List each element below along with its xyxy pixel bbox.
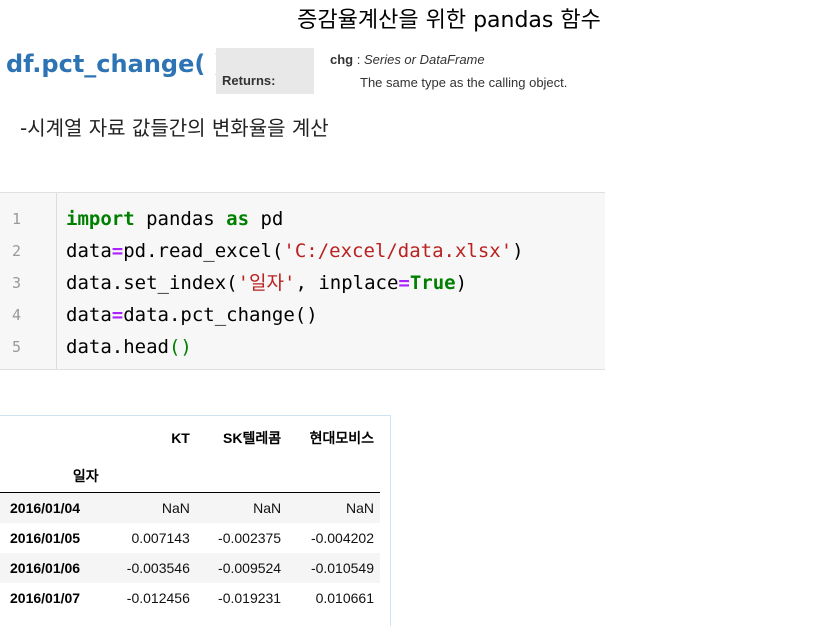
function-name: df.pct_change( ) bbox=[6, 50, 225, 78]
table-row: 2016/01/06 -0.003546 -0.009524 -0.010549 bbox=[0, 553, 380, 583]
code-token: = bbox=[111, 240, 124, 262]
table-cell: -0.003546 bbox=[126, 560, 190, 576]
table-cell: 0.010661 bbox=[315, 590, 374, 606]
row-index: 2016/01/04 bbox=[10, 500, 81, 516]
code-token: data.pct_change() bbox=[123, 304, 318, 326]
code-token: as bbox=[226, 208, 250, 230]
code-text: data=data.pct_change() bbox=[66, 299, 318, 331]
code-text: import pandas as pd bbox=[66, 203, 283, 235]
code-token: import bbox=[66, 208, 135, 230]
code-token: pd.read_excel( bbox=[123, 240, 284, 262]
table-row: 2016/01/07 -0.012456 -0.019231 0.010661 bbox=[0, 583, 380, 613]
dataframe-table: KT SK텔레콤 현대모비스 일자 2016/01/04 NaN NaN NaN… bbox=[0, 416, 380, 613]
code-line: 3 data.set_index('일자', inplace=True) bbox=[0, 267, 605, 299]
code-text: data.set_index('일자', inplace=True) bbox=[66, 267, 467, 299]
line-number: 2 bbox=[12, 242, 22, 260]
table-cell: NaN bbox=[345, 500, 374, 516]
code-token: True bbox=[409, 272, 456, 294]
index-name: 일자 bbox=[0, 460, 105, 493]
code-cell[interactable]: 1 import pandas as pd 2 data=pd.read_exc… bbox=[0, 192, 605, 370]
code-token: pandas bbox=[134, 208, 227, 230]
line-number: 1 bbox=[12, 210, 22, 228]
function-description: -시계열 자료 값들간의 변화율을 계산 bbox=[20, 116, 329, 140]
code-token: data bbox=[66, 240, 112, 262]
table-row: 2016/01/05 0.007143 -0.002375 -0.004202 bbox=[0, 523, 380, 553]
row-index: 2016/01/06 bbox=[10, 560, 81, 576]
page-title: 증감율계산을 위한 pandas 함수 bbox=[297, 8, 601, 33]
column-header: KT bbox=[171, 430, 190, 446]
code-line: 4 data=data.pct_change() bbox=[0, 299, 605, 331]
column-header-row: KT SK텔레콤 현대모비스 bbox=[0, 416, 380, 460]
returns-type: Series or DataFrame bbox=[363, 52, 485, 67]
table-cell: -0.012456 bbox=[126, 590, 190, 606]
row-index: 2016/01/05 bbox=[10, 530, 81, 546]
code-line: 2 data=pd.read_excel('C:/excel/data.xlsx… bbox=[0, 235, 605, 267]
returns-signature: chg : Series or DataFrame bbox=[330, 52, 485, 67]
empty-header-cell bbox=[195, 460, 288, 493]
line-number: 5 bbox=[12, 338, 22, 356]
code-token: = bbox=[398, 272, 410, 294]
code-token: ) bbox=[455, 272, 468, 294]
code-token: data.head bbox=[66, 336, 169, 358]
returns-label: Returns: bbox=[222, 73, 276, 88]
table-cell: 0.007143 bbox=[131, 530, 190, 546]
table-cell: -0.010549 bbox=[310, 560, 374, 576]
table-cell: NaN bbox=[253, 500, 282, 516]
code-text: data.head() bbox=[66, 331, 192, 363]
line-number: 3 bbox=[12, 274, 22, 292]
code-token: = bbox=[111, 304, 124, 326]
column-header: SK텔레콤 bbox=[223, 430, 282, 446]
returns-separator: : bbox=[353, 52, 364, 67]
code-token: data.set_index( bbox=[66, 272, 238, 294]
empty-header-cell bbox=[287, 460, 380, 493]
line-number: 4 bbox=[12, 306, 22, 324]
code-token: pd bbox=[249, 208, 284, 230]
column-header: 현대모비스 bbox=[309, 430, 374, 446]
code-line: 1 import pandas as pd bbox=[0, 203, 605, 235]
code-token: () bbox=[168, 336, 192, 358]
code-line: 5 data.head() bbox=[0, 331, 605, 363]
returns-label-box: Returns: bbox=[216, 48, 314, 94]
code-text: data=pd.read_excel('C:/excel/data.xlsx') bbox=[66, 235, 524, 267]
empty-header-cell bbox=[104, 460, 196, 493]
returns-name: chg bbox=[330, 52, 354, 67]
table-cell: -0.002375 bbox=[218, 530, 282, 546]
table-cell: -0.019231 bbox=[218, 590, 282, 606]
table-row: 2016/01/04 NaN NaN NaN bbox=[0, 492, 380, 523]
row-index: 2016/01/07 bbox=[10, 590, 81, 606]
code-token: data bbox=[66, 304, 112, 326]
table-cell: NaN bbox=[161, 500, 190, 516]
code-token: '일자' bbox=[237, 272, 296, 294]
corner-cell bbox=[0, 416, 105, 460]
code-token: , inplace bbox=[295, 272, 399, 294]
returns-description: The same type as the calling object. bbox=[360, 75, 568, 90]
table-cell: -0.009524 bbox=[218, 560, 282, 576]
dataframe-output: KT SK텔레콤 현대모비스 일자 2016/01/04 NaN NaN NaN… bbox=[0, 415, 391, 626]
index-name-row: 일자 bbox=[0, 460, 380, 493]
table-cell: -0.004202 bbox=[310, 530, 374, 546]
code-token: ) bbox=[512, 240, 524, 262]
code-token: 'C:/excel/data.xlsx' bbox=[283, 240, 513, 262]
